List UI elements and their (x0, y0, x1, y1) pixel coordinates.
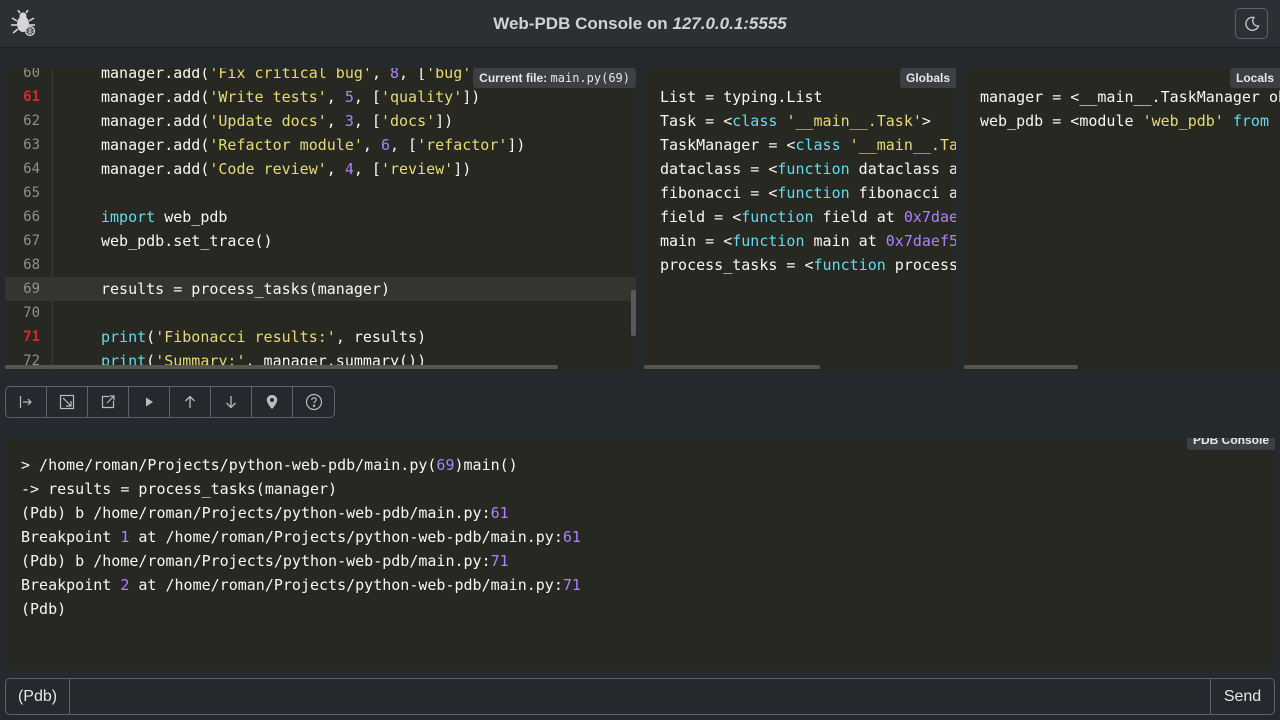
code-line[interactable]: 64 manager.add('Code review', 4, ['review… (5, 157, 636, 181)
code-vertical-scrollbar[interactable] (631, 290, 636, 336)
line-number[interactable]: 60 (5, 68, 40, 85)
console-line: Breakpoint 2 at /home/roman/Projects/pyt… (21, 576, 581, 594)
global-variable: dataclass = <function dataclass at 0x7da… (660, 160, 956, 178)
step-out-button[interactable] (88, 387, 129, 417)
top-bar: Web-PDB Console on 127.0.0.1:5555 (0, 0, 1280, 48)
line-number[interactable]: 65 (5, 181, 40, 205)
help-button[interactable] (293, 387, 334, 417)
code-line[interactable]: 70 (5, 301, 636, 325)
send-button[interactable]: Send (1210, 679, 1274, 714)
step-out-icon (101, 395, 115, 409)
code-text: manager.add('Fix critical bug', 8, ['bug… (101, 68, 489, 82)
code-text: results = process_tasks(manager) (101, 280, 390, 298)
arrow-up-icon (185, 395, 195, 408)
line-number[interactable]: 69 (5, 277, 40, 301)
line-number[interactable]: 68 (5, 253, 40, 277)
global-variable: Task = <class '__main__.Task'> (660, 112, 931, 130)
local-variable: manager = <__main__.TaskManager object a… (980, 88, 1280, 106)
line-number[interactable]: 67 (5, 229, 40, 253)
global-variable: List = typing.List (660, 88, 823, 106)
console-line: (Pdb) b /home/roman/Projects/python-web-… (21, 504, 509, 522)
title-address: 127.0.0.1:5555 (672, 14, 787, 33)
line-number[interactable]: 71 (5, 325, 40, 349)
location-pin-icon (266, 395, 278, 409)
code-line[interactable]: 71 print('Fibonacci results:', results) (5, 325, 636, 349)
line-number[interactable]: 64 (5, 157, 40, 181)
code-text: print('Fibonacci results:', results) (101, 328, 427, 346)
console-line: Breakpoint 1 at /home/roman/Projects/pyt… (21, 528, 581, 546)
where-button[interactable] (252, 387, 293, 417)
step-into-button[interactable] (47, 387, 88, 417)
theme-toggle-button[interactable] (1235, 8, 1268, 39)
console-line: (Pdb) (21, 600, 67, 618)
console-line: -> results = process_tasks(manager) (21, 480, 338, 498)
page-title: Web-PDB Console on 127.0.0.1:5555 (0, 14, 1280, 34)
arrow-down-icon (226, 396, 236, 409)
code-line[interactable]: 63 manager.add('Refactor module', 6, ['re… (5, 133, 636, 157)
locals-badge: Locals (1229, 68, 1280, 88)
code-text: web_pdb.set_trace() (101, 232, 273, 250)
global-variable: main = <function main at 0x7daef5 (660, 232, 956, 250)
line-number[interactable]: 70 (5, 301, 40, 325)
code-text: manager.add('Refactor module', 6, ['refa… (101, 136, 526, 154)
global-variable: process_tasks = <function process_tasks … (660, 256, 956, 274)
line-number[interactable]: 66 (5, 205, 40, 229)
title-prefix: Web-PDB Console on (493, 14, 673, 33)
console-line: > /home/roman/Projects/python-web-pdb/ma… (21, 456, 518, 474)
pdb-console-badge: PDB Console (1186, 438, 1275, 450)
pdb-prompt-label: (Pdb) (6, 679, 70, 714)
code-line[interactable]: 62 manager.add('Update docs', 3, ['docs']… (5, 109, 636, 133)
code-line[interactable]: 66 import web_pdb (5, 205, 636, 229)
step-over-icon (19, 396, 32, 408)
current-file-label: Current file: (479, 71, 548, 85)
locals-horizontal-scrollbar[interactable] (964, 365, 1078, 369)
local-variable: web_pdb = <module 'web_pdb' from (980, 112, 1269, 130)
pdb-console[interactable]: > /home/roman/Projects/python-web-pdb/ma… (5, 438, 1275, 669)
current-file-name: main.py(69) (550, 71, 630, 85)
code-line[interactable]: 67 web_pdb.set_trace() (5, 229, 636, 253)
code-horizontal-scrollbar[interactable] (5, 365, 558, 369)
current-file-badge: Current file: main.py(69) (473, 68, 636, 88)
code-line[interactable]: 65 (5, 181, 636, 205)
code-text: import web_pdb (101, 208, 228, 226)
command-bar: (Pdb) Send (5, 678, 1275, 715)
question-icon (305, 393, 322, 411)
down-button[interactable] (211, 387, 252, 417)
code-panel[interactable]: 60 manager.add('Fix critical bug', 8, ['b… (5, 68, 636, 370)
code-line[interactable]: 69 results = process_tasks(manager) (5, 277, 636, 301)
step-into-icon (59, 394, 75, 410)
locals-panel[interactable]: manager = <__main__.TaskManager object a… (964, 68, 1280, 370)
debug-toolbar (5, 386, 335, 418)
step-over-button[interactable] (6, 387, 47, 417)
moon-icon (1244, 16, 1259, 31)
global-variable: field = <function field at 0x7daef5 (660, 208, 956, 226)
global-variable: TaskManager = <class '__main__.TaskManag… (660, 136, 956, 154)
up-button[interactable] (170, 387, 211, 417)
globals-panel[interactable]: List = typing.List Task = <class '__main_… (644, 68, 956, 370)
code-text: manager.add('Write tests', 5, ['quality'… (101, 88, 481, 106)
console-line: (Pdb) b /home/roman/Projects/python-web-… (21, 552, 509, 570)
code-text: manager.add('Code review', 4, ['review']… (101, 160, 472, 178)
line-number[interactable]: 61 (5, 85, 40, 109)
continue-button[interactable] (129, 387, 170, 417)
code-text: manager.add('Update docs', 3, ['docs']) (101, 112, 454, 130)
code-line[interactable]: 68 (5, 253, 636, 277)
globals-horizontal-scrollbar[interactable] (644, 365, 820, 369)
line-number[interactable]: 63 (5, 133, 40, 157)
play-icon (146, 397, 153, 407)
command-input[interactable] (70, 679, 1210, 714)
global-variable: fibonacci = <function fibonacci at 0x7da… (660, 184, 956, 202)
globals-badge: Globals (899, 68, 956, 88)
code-line[interactable]: 61 manager.add('Write tests', 5, ['qualit… (5, 85, 636, 109)
line-number[interactable]: 62 (5, 109, 40, 133)
